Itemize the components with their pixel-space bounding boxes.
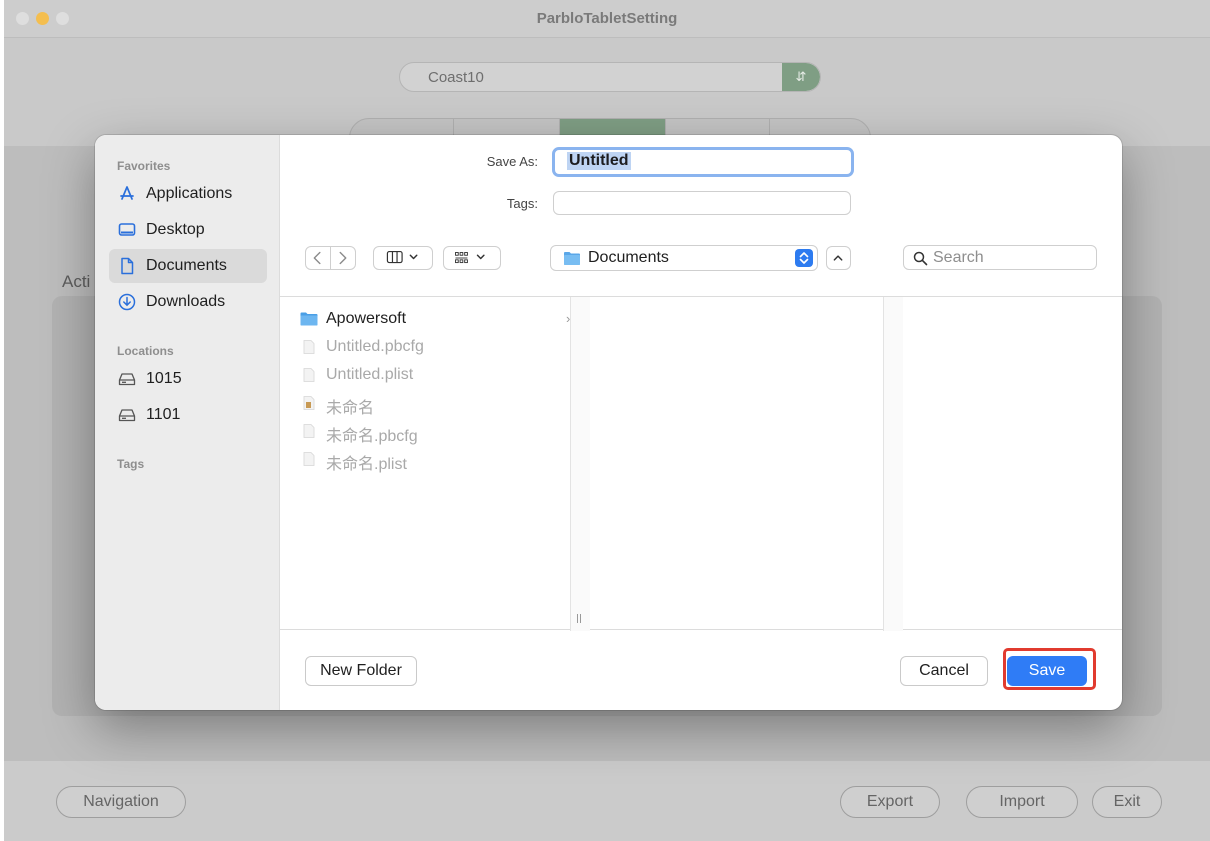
grid-icon	[455, 252, 485, 264]
file-name: Untitled.pbcfg	[326, 338, 424, 355]
folder-icon	[564, 252, 580, 265]
file-name: Untitled.plist	[326, 366, 414, 383]
chevron-up-down-icon	[795, 249, 813, 267]
section-label: Acti	[62, 272, 91, 291]
tags-label: Tags:	[506, 196, 538, 211]
sidebar-item-documents[interactable]: Documents	[109, 249, 267, 283]
file-row: 未命名	[300, 392, 570, 417]
window-title: ParbloTabletSetting	[536, 10, 678, 27]
tags-field[interactable]	[553, 191, 851, 215]
chevron-right-icon	[339, 251, 347, 265]
sidebar-item-label: Documents	[146, 257, 227, 274]
file-browser: Apowersoft › Untitled.pbcfg Untitled.pli…	[280, 296, 1122, 631]
import-button[interactable]: Import	[966, 786, 1078, 818]
view-mode-button[interactable]	[373, 246, 433, 270]
sidebar-item-label: Desktop	[146, 221, 205, 238]
resize-handle	[580, 614, 581, 623]
disk-icon	[118, 373, 136, 386]
bottom-bar: Navigation Export Import Exit	[4, 761, 1210, 841]
search-input[interactable]: Search	[903, 245, 1097, 270]
file-row: Untitled.plist	[300, 364, 570, 388]
navigation-button[interactable]: Navigation	[56, 786, 186, 818]
applications-icon	[120, 186, 134, 200]
exit-button[interactable]: Exit	[1092, 786, 1162, 818]
sidebar-item-disk-1101[interactable]: 1101	[109, 398, 267, 432]
save-as-value: Untitled	[567, 152, 631, 170]
sidebar-item-label: 1101	[146, 406, 181, 423]
column-divider[interactable]	[570, 297, 590, 631]
save-as-label: Save As:	[486, 154, 538, 169]
folder-icon	[300, 312, 318, 326]
file-name: 未命名	[326, 400, 375, 417]
downloads-icon	[118, 293, 136, 311]
file-name: Apowersoft	[326, 310, 407, 327]
locations-header: Locations	[117, 344, 174, 358]
back-button[interactable]	[305, 246, 331, 270]
sidebar-item-label: Applications	[146, 185, 233, 202]
sidebar-item-label: Downloads	[146, 293, 226, 310]
file-icon	[303, 452, 315, 466]
desktop-icon	[118, 223, 136, 236]
device-name: Coast10	[428, 69, 484, 86]
forward-button[interactable]	[330, 246, 356, 270]
chevron-up-icon	[833, 255, 843, 261]
document-icon	[121, 257, 134, 275]
dialog-main: Save As: Untitled Tags: Documents Search…	[280, 135, 1122, 710]
app-file-icon	[303, 396, 315, 410]
dialog-sidebar: Favorites Applications Desktop Documents	[95, 135, 280, 710]
sidebar-item-desktop[interactable]: Desktop	[109, 213, 267, 247]
columns-view-icon	[386, 250, 418, 264]
cancel-button[interactable]: Cancel	[900, 656, 988, 686]
location-label: Documents	[588, 249, 669, 266]
tags-header: Tags	[117, 457, 145, 471]
file-row: 未命名.plist	[300, 448, 570, 473]
save-dialog: Favorites Applications Desktop Documents	[95, 135, 1122, 710]
group-options-button[interactable]	[443, 246, 501, 270]
chevron-up-down-icon: ⇵	[782, 63, 820, 91]
save-button-highlight	[1003, 648, 1096, 690]
sidebar-item-disk-1015[interactable]: 1015	[109, 362, 267, 396]
resize-handle	[577, 614, 578, 623]
file-icon	[303, 340, 315, 354]
sidebar-item-applications[interactable]: Applications	[109, 177, 267, 211]
file-name: 未命名.pbcfg	[326, 428, 418, 445]
title-bar: ParbloTabletSetting	[4, 0, 1210, 38]
sidebar-item-downloads[interactable]: Downloads	[109, 285, 267, 319]
file-name: 未命名.plist	[326, 456, 407, 473]
file-icon	[303, 368, 315, 382]
file-row: Untitled.pbcfg	[300, 336, 570, 360]
file-row-apowersoft[interactable]: Apowersoft ›	[300, 308, 570, 332]
export-button[interactable]: Export	[840, 786, 940, 818]
collapse-button[interactable]	[826, 246, 851, 270]
disk-icon	[118, 409, 136, 422]
save-as-field[interactable]: Untitled	[552, 147, 854, 177]
device-select[interactable]: Coast10 ⇵	[399, 62, 821, 92]
file-icon	[303, 424, 315, 438]
chevron-left-icon	[313, 251, 321, 265]
location-popup[interactable]: Documents	[550, 245, 818, 271]
chevron-right-icon: ›	[566, 311, 571, 326]
file-row: 未命名.pbcfg	[300, 420, 570, 445]
new-folder-button[interactable]: New Folder	[305, 656, 417, 686]
favorites-header: Favorites	[117, 159, 171, 173]
sidebar-item-label: 1015	[146, 370, 182, 387]
search-placeholder: Search	[933, 249, 984, 266]
column-divider[interactable]	[883, 297, 903, 631]
search-icon	[913, 251, 928, 266]
